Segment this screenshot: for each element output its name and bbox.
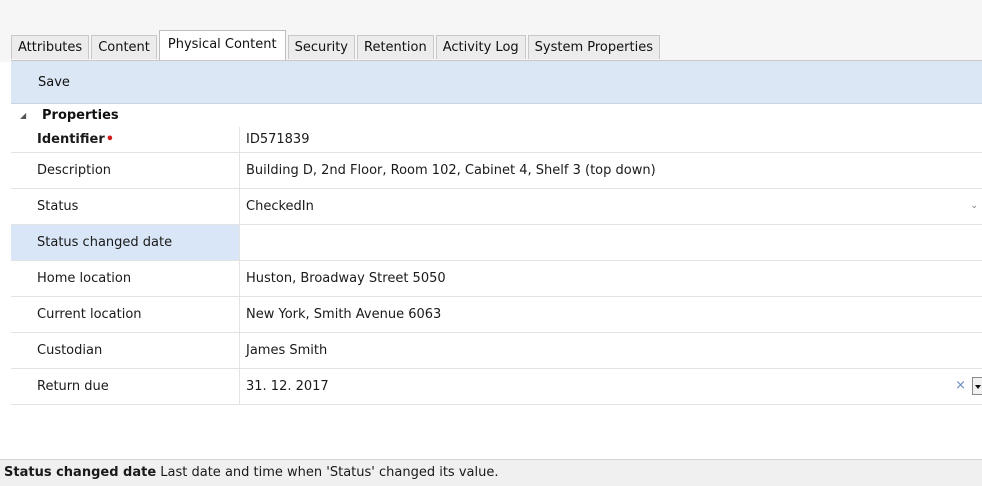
- property-row-return-due[interactable]: Return due 31. 12. 2017 ×: [11, 369, 982, 405]
- tab-activity-log[interactable]: Activity Log: [435, 35, 526, 59]
- identifier-value[interactable]: ID571839: [241, 127, 982, 152]
- required-marker: •: [105, 132, 115, 147]
- custodian-value[interactable]: James Smith: [241, 333, 982, 368]
- property-row-current-location[interactable]: Current location New York, Smith Avenue …: [11, 297, 982, 333]
- property-name: Identifier: [37, 132, 105, 147]
- property-row-status-changed-date[interactable]: Status changed date: [11, 225, 982, 261]
- tab-security[interactable]: Security: [287, 35, 355, 59]
- tab-physical-content[interactable]: Physical Content: [158, 30, 286, 60]
- chevron-down-icon[interactable]: ⌄: [970, 201, 978, 211]
- property-name-cell: Return due: [11, 369, 240, 404]
- property-row-custodian[interactable]: Custodian James Smith: [11, 333, 982, 369]
- property-row-description[interactable]: Description Building D, 2nd Floor, Room …: [11, 153, 982, 189]
- group-label: Properties: [42, 108, 119, 123]
- property-name: Current location: [37, 307, 142, 322]
- dropdown-arrow-icon[interactable]: [972, 377, 982, 395]
- property-name: Home location: [37, 271, 132, 286]
- property-name-cell: Current location: [11, 297, 240, 332]
- property-name: Custodian: [37, 343, 103, 358]
- current-location-value[interactable]: New York, Smith Avenue 6063: [241, 297, 982, 332]
- return-due-value: 31. 12. 2017: [246, 379, 329, 394]
- property-name-cell: Status changed date: [11, 225, 240, 260]
- return-due-date-field[interactable]: 31. 12. 2017 ×: [241, 369, 982, 404]
- status-bar-description: Last date and time when 'Status' changed…: [160, 465, 499, 480]
- tab-system-properties[interactable]: System Properties: [527, 35, 660, 59]
- description-value[interactable]: Building D, 2nd Floor, Room 102, Cabinet…: [241, 153, 982, 188]
- toolbar: Save: [11, 61, 982, 104]
- status-changed-date-value[interactable]: [241, 225, 982, 260]
- property-row-status[interactable]: Status CheckedIn ⌄: [11, 189, 982, 225]
- status-select[interactable]: CheckedIn ⌄: [241, 189, 982, 224]
- home-location-value[interactable]: Huston, Broadway Street 5050: [241, 261, 982, 296]
- document-properties-panel: Attributes Content Physical Content Secu…: [0, 0, 982, 486]
- status-bar-title: Status changed date: [4, 465, 157, 480]
- property-name: Return due: [37, 379, 109, 394]
- property-name-cell: Identifier •: [11, 127, 240, 152]
- property-row-identifier[interactable]: Identifier • ID571839: [11, 127, 982, 153]
- tab-list: Attributes Content Physical Content Secu…: [11, 30, 662, 60]
- description-status-bar: Status changed date Last date and time w…: [0, 459, 982, 486]
- collapse-triangle-icon[interactable]: ◢: [20, 104, 26, 127]
- properties-group-header[interactable]: ◢ Properties: [11, 104, 982, 127]
- status-value: CheckedIn: [246, 199, 314, 214]
- property-name-cell: Home location: [11, 261, 240, 296]
- clear-x-icon[interactable]: ×: [955, 378, 966, 393]
- property-name: Status: [37, 199, 79, 214]
- tab-attributes[interactable]: Attributes: [11, 35, 90, 59]
- tab-strip: Attributes Content Physical Content Secu…: [0, 0, 982, 62]
- property-grid: ◢ Properties Identifier • ID571839 Descri…: [11, 104, 982, 405]
- tab-retention[interactable]: Retention: [357, 35, 434, 59]
- tab-content[interactable]: Content: [91, 35, 157, 59]
- save-button[interactable]: Save: [37, 74, 71, 92]
- property-name-cell: Status: [11, 189, 240, 224]
- property-name: Status changed date: [37, 235, 173, 250]
- property-name-cell: Description: [11, 153, 240, 188]
- property-name: Description: [37, 163, 112, 178]
- property-row-home-location[interactable]: Home location Huston, Broadway Street 50…: [11, 261, 982, 297]
- property-name-cell: Custodian: [11, 333, 240, 368]
